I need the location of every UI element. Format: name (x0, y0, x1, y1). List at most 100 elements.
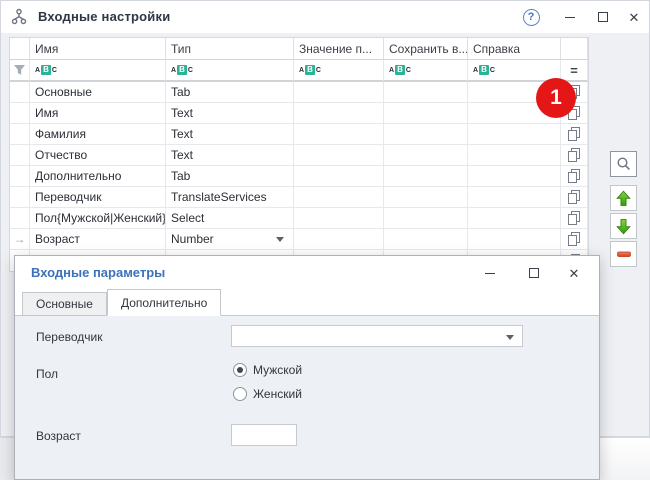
cell-save[interactable] (384, 145, 468, 166)
cell-save[interactable] (384, 208, 468, 229)
cell-help[interactable] (468, 124, 561, 145)
dialog-close-button[interactable]: ✕ (564, 263, 584, 283)
cell-default[interactable] (294, 124, 384, 145)
tab-basic[interactable]: Основные (22, 292, 107, 315)
move-up-button[interactable] (610, 185, 637, 211)
cell-default[interactable] (294, 145, 384, 166)
gender-label: Пол (36, 367, 58, 381)
help-button[interactable]: ? (520, 6, 542, 28)
table-row[interactable]: Пол{Мужской|Женский} Select (10, 208, 588, 229)
cell-default[interactable] (294, 103, 384, 124)
table-header-row: Имя Тип Значение п... Сохранить в... Спр… (10, 38, 588, 60)
close-button[interactable]: ✕ (623, 6, 645, 28)
minimize-button[interactable] (559, 6, 581, 28)
copy-icon (567, 147, 582, 163)
copy-button[interactable] (561, 166, 588, 187)
cell-name[interactable]: Переводчик (30, 187, 166, 208)
cell-type[interactable]: Select (166, 208, 294, 229)
green-arrow-up-icon (615, 190, 632, 207)
table-row-selected[interactable]: → Возраст Number (10, 229, 588, 250)
search-button[interactable] (610, 151, 637, 177)
header-help[interactable]: Справка (468, 38, 561, 60)
cell-type-editor[interactable]: Number (166, 229, 294, 250)
tab-additional[interactable]: Дополнительно (107, 289, 221, 316)
cell-type[interactable]: TranslateServices (166, 187, 294, 208)
cell-type[interactable]: Text (166, 145, 294, 166)
cell-name[interactable]: Пол{Мужской|Женский} (30, 208, 166, 229)
table-row[interactable]: Переводчик TranslateServices (10, 187, 588, 208)
row-indicator (10, 82, 30, 103)
gender-option-female[interactable]: Женский (233, 387, 302, 401)
table-row[interactable]: Фамилия Text (10, 124, 588, 145)
dialog-tabbar: Основные Дополнительно (15, 289, 599, 316)
copy-button[interactable] (561, 187, 588, 208)
table-row[interactable]: Отчество Text (10, 145, 588, 166)
radio-unselected-icon[interactable] (233, 387, 247, 401)
cell-type[interactable]: Text (166, 124, 294, 145)
cell-name[interactable]: Основные (30, 82, 166, 103)
cell-help[interactable] (468, 166, 561, 187)
table-row[interactable]: Дополнительно Tab (10, 166, 588, 187)
filter-input-default[interactable]: ABC (294, 60, 384, 82)
row-indicator (10, 103, 30, 124)
cell-help[interactable] (468, 145, 561, 166)
translator-label: Переводчик (36, 330, 103, 344)
copy-icon (567, 126, 582, 142)
green-arrow-down-icon (615, 218, 632, 235)
table-row[interactable]: Имя Text (10, 103, 588, 124)
equals-icon: = (570, 63, 578, 78)
cell-name[interactable]: Имя (30, 103, 166, 124)
cell-name[interactable]: Отчество (30, 145, 166, 166)
header-name[interactable]: Имя (30, 38, 166, 60)
cell-type[interactable]: Tab (166, 82, 294, 103)
dialog-maximize-button[interactable] (524, 263, 544, 283)
filter-input-type[interactable]: ABC (166, 60, 294, 82)
cell-default[interactable] (294, 208, 384, 229)
filter-input-name[interactable]: ABC (30, 60, 166, 82)
cell-save[interactable] (384, 229, 468, 250)
header-type[interactable]: Тип (166, 38, 294, 60)
copy-button[interactable] (561, 208, 588, 229)
cell-save[interactable] (384, 103, 468, 124)
cell-name[interactable]: Возраст (30, 229, 166, 250)
cell-save[interactable] (384, 187, 468, 208)
cell-save[interactable] (384, 82, 468, 103)
copy-button[interactable] (561, 229, 588, 250)
cell-name[interactable]: Фамилия (30, 124, 166, 145)
gender-option-male[interactable]: Мужской (233, 363, 302, 377)
branch-flow-icon (10, 8, 28, 26)
radio-selected-icon[interactable] (233, 363, 247, 377)
dialog-minimize-button[interactable] (480, 263, 500, 283)
header-default-value[interactable]: Значение п... (294, 38, 384, 60)
cell-default[interactable] (294, 229, 384, 250)
copy-icon (567, 231, 582, 247)
cell-type[interactable]: Text (166, 103, 294, 124)
chevron-down-icon[interactable] (276, 237, 284, 242)
age-input[interactable] (231, 424, 297, 446)
red-minus-icon (616, 246, 632, 262)
table-row[interactable]: Основные Tab (10, 82, 588, 103)
filter-input-save[interactable]: ABC (384, 60, 468, 82)
translator-combobox[interactable] (231, 325, 523, 347)
cell-default[interactable] (294, 187, 384, 208)
dialog-titlebar: Входные параметры ✕ (15, 256, 599, 289)
cell-save[interactable] (384, 124, 468, 145)
filter-actions-cell[interactable]: = (561, 60, 588, 82)
chevron-down-icon[interactable] (506, 335, 514, 340)
step-badge-1: 1 (536, 78, 576, 118)
help-icon: ? (523, 9, 540, 26)
cell-save[interactable] (384, 166, 468, 187)
header-save-to[interactable]: Сохранить в... (384, 38, 468, 60)
cell-default[interactable] (294, 82, 384, 103)
cell-default[interactable] (294, 166, 384, 187)
remove-button[interactable] (610, 241, 637, 267)
cell-help[interactable] (468, 208, 561, 229)
cell-type[interactable]: Tab (166, 166, 294, 187)
cell-help[interactable] (468, 187, 561, 208)
maximize-button[interactable] (592, 6, 614, 28)
cell-name[interactable]: Дополнительно (30, 166, 166, 187)
cell-help[interactable] (468, 229, 561, 250)
copy-button[interactable] (561, 145, 588, 166)
move-down-button[interactable] (610, 213, 637, 239)
copy-button[interactable] (561, 124, 588, 145)
